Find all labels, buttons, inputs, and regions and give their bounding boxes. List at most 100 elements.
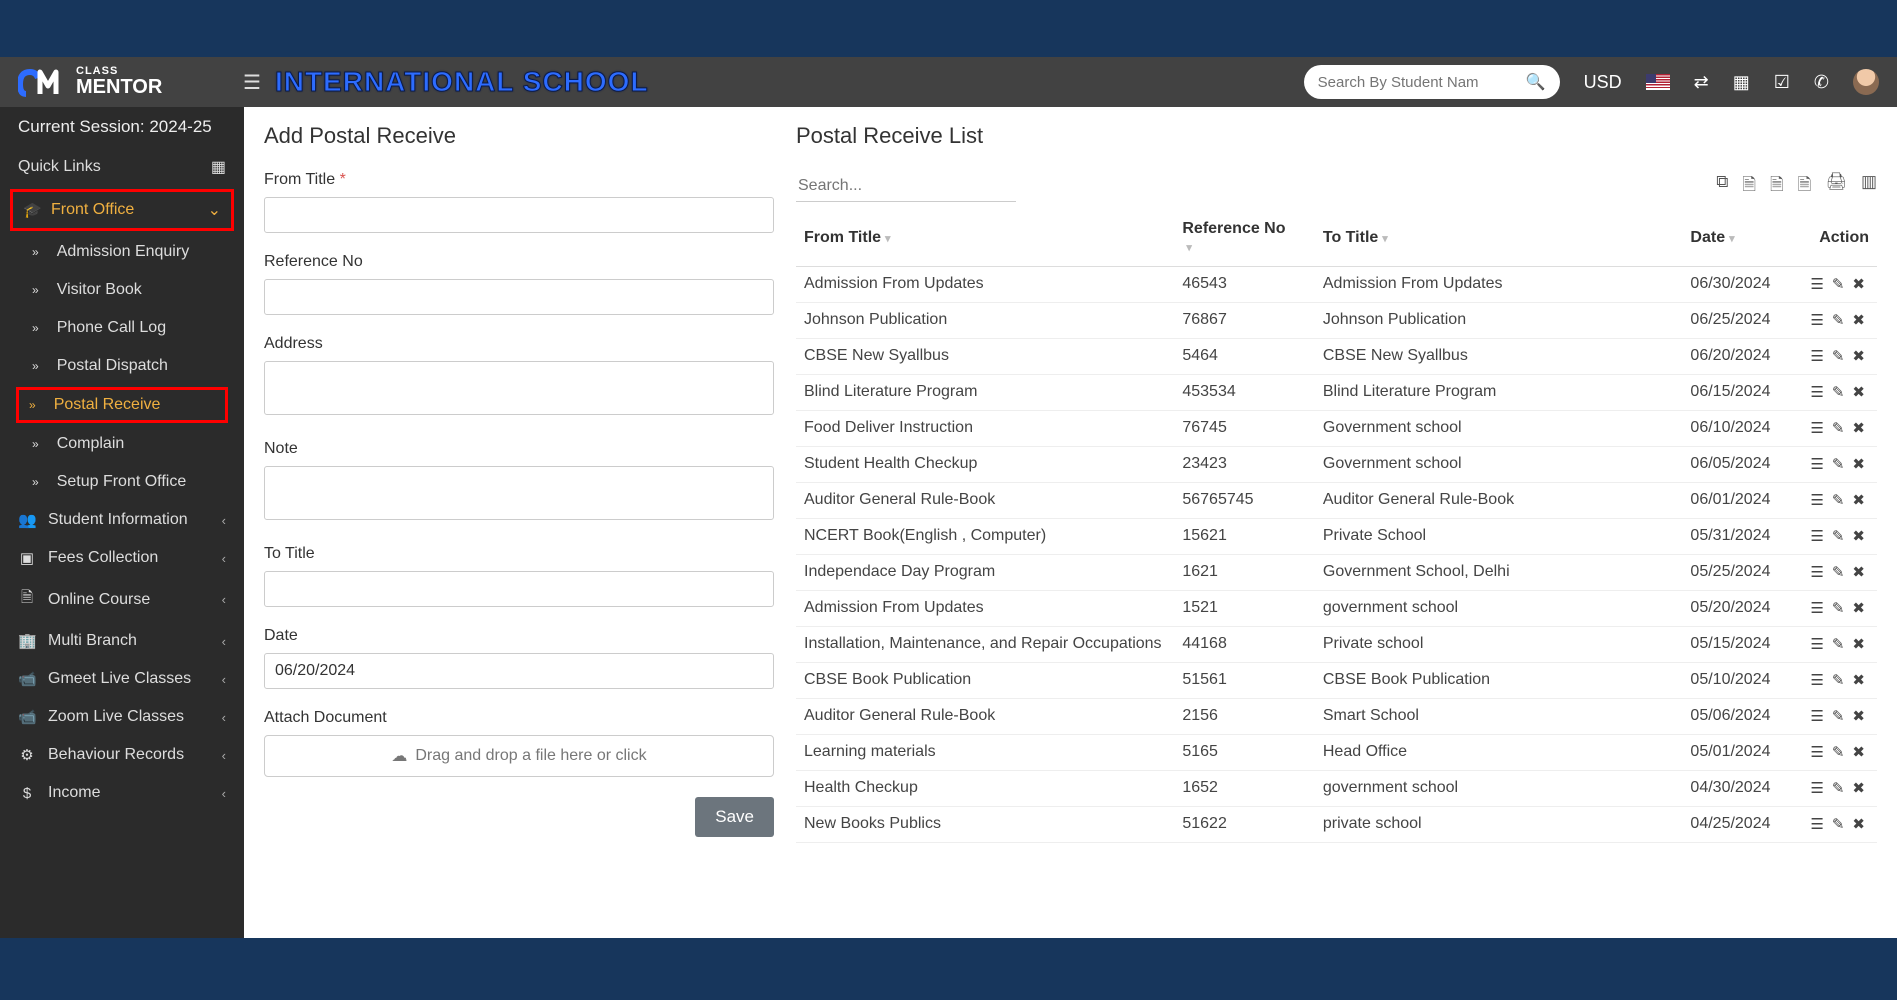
menu-icon[interactable]: ☰	[1810, 528, 1823, 545]
reference-no-input[interactable]	[264, 279, 774, 315]
date-input[interactable]	[264, 653, 774, 689]
edit-icon[interactable]: ✎	[1832, 492, 1845, 509]
delete-icon[interactable]: ✖	[1852, 816, 1865, 833]
search-icon[interactable]: 🔍	[1526, 72, 1546, 92]
menu-toggle-icon[interactable]: ☰	[243, 70, 261, 95]
edit-icon[interactable]: ✎	[1832, 276, 1845, 293]
edit-icon[interactable]: ✎	[1832, 780, 1845, 797]
list-search-input[interactable]	[796, 171, 1016, 202]
menu-icon[interactable]: ☰	[1810, 564, 1823, 581]
menu-icon[interactable]: ☰	[1810, 312, 1823, 329]
delete-icon[interactable]: ✖	[1852, 348, 1865, 365]
flag-icon[interactable]	[1646, 74, 1670, 90]
edit-icon[interactable]: ✎	[1832, 816, 1845, 833]
cell-to: government school	[1315, 591, 1683, 627]
note-input[interactable]	[264, 466, 774, 520]
edit-icon[interactable]: ✎	[1832, 528, 1845, 545]
menu-icon[interactable]: ☰	[1810, 816, 1823, 833]
col-date[interactable]: Date▾	[1682, 210, 1790, 267]
quick-links[interactable]: Quick Links ▦	[0, 147, 244, 187]
delete-icon[interactable]: ✖	[1852, 744, 1865, 761]
address-input[interactable]	[264, 361, 774, 415]
sidebar-item-multi-branch[interactable]: 🏢Multi Branch‹	[0, 622, 244, 660]
menu-icon[interactable]: ☰	[1810, 492, 1823, 509]
avatar[interactable]	[1853, 69, 1879, 95]
excel-icon[interactable]: 🗎	[1742, 172, 1756, 201]
task-check-icon[interactable]: ☑	[1774, 72, 1790, 93]
edit-icon[interactable]: ✎	[1832, 600, 1845, 617]
sidebar-item-behaviour-records[interactable]: ⚙Behaviour Records‹	[0, 736, 244, 774]
edit-icon[interactable]: ✎	[1832, 744, 1845, 761]
print-icon[interactable]: 🖨	[1825, 172, 1847, 201]
columns-icon[interactable]: ▥	[1861, 172, 1877, 201]
col-to[interactable]: To Title▾	[1315, 210, 1683, 267]
sidebar-sub-admission-enquiry[interactable]: »Admission Enquiry	[0, 233, 244, 271]
delete-icon[interactable]: ✖	[1852, 420, 1865, 437]
edit-icon[interactable]: ✎	[1832, 420, 1845, 437]
menu-icon[interactable]: ☰	[1810, 708, 1823, 725]
menu-icon[interactable]: ☰	[1810, 600, 1823, 617]
sidebar-item-front-office[interactable]: 🎓 Front Office ⌄	[10, 189, 234, 231]
sidebar-item-online-course[interactable]: 🗎Online Course‹	[0, 577, 244, 622]
edit-icon[interactable]: ✎	[1832, 708, 1845, 725]
menu-icon[interactable]: ☰	[1810, 672, 1823, 689]
cell-date: 04/25/2024	[1682, 807, 1790, 843]
dropzone[interactable]: ☁ Drag and drop a file here or click	[264, 735, 774, 777]
table-row: Blind Literature Program453534Blind Lite…	[796, 375, 1877, 411]
sidebar-sub-postal-dispatch[interactable]: »Postal Dispatch	[0, 347, 244, 385]
sidebar-sub-visitor-book[interactable]: »Visitor Book	[0, 271, 244, 309]
delete-icon[interactable]: ✖	[1852, 312, 1865, 329]
sidebar-item-fees-collection[interactable]: ▣Fees Collection‹	[0, 539, 244, 577]
sidebar-item-zoom-live-classes[interactable]: 📹Zoom Live Classes‹	[0, 698, 244, 736]
col-from[interactable]: From Title▾	[796, 210, 1174, 267]
col-ref[interactable]: Reference No▾	[1174, 210, 1315, 267]
menu-icon[interactable]: ☰	[1810, 744, 1823, 761]
menu-icon[interactable]: ☰	[1810, 420, 1823, 437]
from-title-input[interactable]	[264, 197, 774, 233]
search-input[interactable]	[1318, 74, 1526, 91]
delete-icon[interactable]: ✖	[1852, 384, 1865, 401]
edit-icon[interactable]: ✎	[1832, 312, 1845, 329]
edit-icon[interactable]: ✎	[1832, 672, 1845, 689]
save-button[interactable]: Save	[695, 797, 774, 837]
pdf-icon[interactable]: 🗎	[1798, 172, 1812, 201]
student-search[interactable]: 🔍	[1304, 65, 1560, 99]
delete-icon[interactable]: ✖	[1852, 780, 1865, 797]
delete-icon[interactable]: ✖	[1852, 276, 1865, 293]
delete-icon[interactable]: ✖	[1852, 672, 1865, 689]
menu-icon[interactable]: ☰	[1810, 636, 1823, 653]
sidebar-item-student-information[interactable]: 👥Student Information‹	[0, 501, 244, 539]
sidebar-sub-setup-front-office[interactable]: »Setup Front Office	[0, 463, 244, 501]
menu-icon[interactable]: ☰	[1810, 456, 1823, 473]
sidebar-sub-complain[interactable]: »Complain	[0, 425, 244, 463]
edit-icon[interactable]: ✎	[1832, 456, 1845, 473]
edit-icon[interactable]: ✎	[1832, 636, 1845, 653]
calendar-icon[interactable]: ▦	[1733, 72, 1750, 93]
swap-icon[interactable]: ⇄	[1694, 72, 1709, 93]
menu-icon[interactable]: ☰	[1810, 780, 1823, 797]
sidebar-item-gmeet-live-classes[interactable]: 📹Gmeet Live Classes‹	[0, 660, 244, 698]
menu-icon[interactable]: ☰	[1810, 384, 1823, 401]
csv-icon[interactable]: 🗎	[1770, 172, 1784, 201]
delete-icon[interactable]: ✖	[1852, 600, 1865, 617]
menu-icon[interactable]: ☰	[1810, 348, 1823, 365]
sidebar-item-income[interactable]: $Income‹	[0, 774, 244, 812]
edit-icon[interactable]: ✎	[1832, 564, 1845, 581]
sidebar-sub-postal-receive[interactable]: »Postal Receive	[16, 387, 228, 423]
edit-icon[interactable]: ✎	[1832, 348, 1845, 365]
currency-label[interactable]: USD	[1584, 72, 1622, 93]
sidebar-sub-phone-call-log[interactable]: »Phone Call Log	[0, 309, 244, 347]
delete-icon[interactable]: ✖	[1852, 564, 1865, 581]
whatsapp-icon[interactable]: ✆	[1814, 72, 1829, 93]
delete-icon[interactable]: ✖	[1852, 708, 1865, 725]
menu-icon[interactable]: ☰	[1810, 276, 1823, 293]
table-row: CBSE New Syallbus5464CBSE New Syallbus06…	[796, 339, 1877, 375]
delete-icon[interactable]: ✖	[1852, 528, 1865, 545]
delete-icon[interactable]: ✖	[1852, 456, 1865, 473]
to-title-input[interactable]	[264, 571, 774, 607]
copy-icon[interactable]: ⧉	[1716, 172, 1728, 201]
edit-icon[interactable]: ✎	[1832, 384, 1845, 401]
delete-icon[interactable]: ✖	[1852, 492, 1865, 509]
logo[interactable]: CLASS MENTOR	[18, 64, 243, 100]
delete-icon[interactable]: ✖	[1852, 636, 1865, 653]
